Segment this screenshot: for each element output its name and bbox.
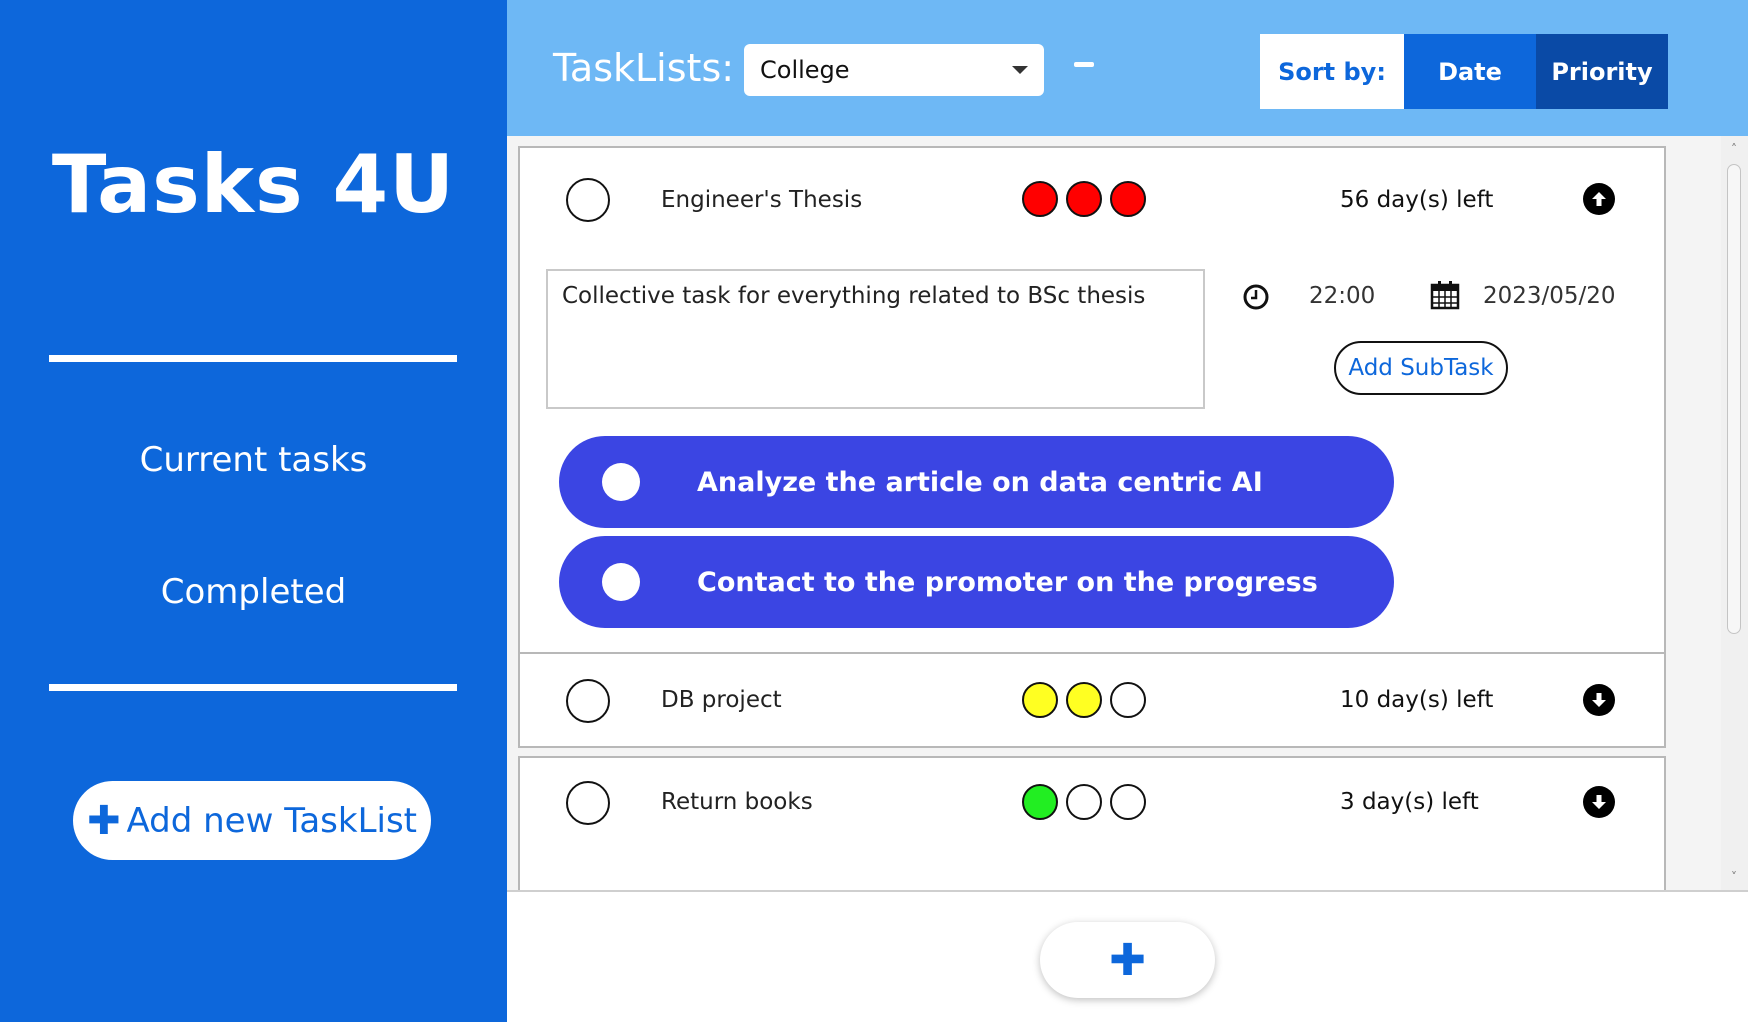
clock-icon [1242, 283, 1270, 311]
add-subtask-button[interactable]: Add SubTask [1334, 341, 1508, 395]
sidebar-divider [49, 355, 457, 362]
subtask-checkbox[interactable] [602, 563, 640, 601]
footer: ✚ [507, 890, 1748, 1022]
priority-dot [1066, 682, 1102, 718]
sidebar: Tasks 4U Current tasks Completed ✚ Add n… [0, 0, 507, 1022]
app-title: Tasks 4U [51, 138, 456, 231]
sort-date-button[interactable]: Date [1404, 34, 1536, 109]
priority-dot-empty [1110, 682, 1146, 718]
task-complete-checkbox[interactable] [566, 178, 610, 222]
task-name: Return books [661, 789, 813, 815]
task-name: DB project [661, 687, 782, 713]
priority-dot [1022, 181, 1058, 217]
arrow-down-circle-icon[interactable] [1583, 684, 1615, 716]
task-card: Engineer's Thesis 56 day(s) left Collect… [518, 146, 1666, 668]
task-list: Engineer's Thesis 56 day(s) left Collect… [507, 136, 1721, 890]
days-left: 56 day(s) left [1340, 187, 1494, 213]
nav-current-tasks[interactable]: Current tasks [0, 440, 507, 480]
priority-dot [1022, 784, 1058, 820]
add-tasklist-label: Add new TaskList [126, 800, 418, 841]
add-task-button[interactable]: ✚ [1040, 922, 1215, 998]
nav-completed[interactable]: Completed [0, 572, 507, 612]
tasklist-select-value: College [760, 56, 850, 84]
task-card: Return books 3 day(s) left [518, 756, 1666, 890]
arrow-down-circle-icon[interactable] [1583, 786, 1615, 818]
sidebar-divider [49, 684, 457, 691]
priority-dot [1066, 181, 1102, 217]
task-time[interactable]: 22:00 [1309, 283, 1375, 309]
sort-priority-button[interactable]: Priority [1536, 34, 1668, 109]
plus-icon: ✚ [1109, 934, 1146, 986]
arrow-up-circle-icon[interactable] [1583, 183, 1615, 215]
sort-label: Sort by: [1260, 34, 1404, 109]
subtask-checkbox[interactable] [602, 463, 640, 501]
calendar-icon [1430, 280, 1460, 310]
priority-dot-empty [1066, 784, 1102, 820]
scroll-down-icon[interactable]: ˅ [1727, 870, 1741, 884]
subtask-label: Analyze the article on data centric AI [697, 466, 1263, 498]
tasklists-label: TaskLists: [553, 46, 735, 90]
add-tasklist-button[interactable]: ✚ Add new TaskList [73, 781, 431, 860]
scrollbar[interactable]: ˄ ˅ [1721, 136, 1748, 890]
task-card: DB project 10 day(s) left [518, 652, 1666, 748]
task-complete-checkbox[interactable] [566, 679, 610, 723]
chevron-down-icon [1012, 66, 1028, 74]
task-name: Engineer's Thesis [661, 187, 863, 213]
priority-dot [1110, 181, 1146, 217]
scroll-thumb[interactable] [1727, 164, 1741, 634]
subtask-label: Contact to the promoter on the progress [697, 566, 1318, 598]
plus-icon: ✚ [86, 797, 121, 844]
priority-dot-empty [1110, 784, 1146, 820]
priority-dot [1022, 682, 1058, 718]
task-description[interactable]: Collective task for everything related t… [546, 269, 1205, 409]
scroll-up-icon[interactable]: ˄ [1727, 142, 1741, 156]
task-date[interactable]: 2023/05/20 [1483, 283, 1616, 309]
subtask-item: Analyze the article on data centric AI [559, 436, 1394, 528]
header: TaskLists: College Sort by: Date Priorit… [507, 0, 1748, 136]
days-left: 10 day(s) left [1340, 687, 1494, 713]
task-complete-checkbox[interactable] [566, 781, 610, 825]
remove-tasklist-button[interactable] [1074, 62, 1094, 67]
subtask-item: Contact to the promoter on the progress [559, 536, 1394, 628]
tasklist-select[interactable]: College [744, 44, 1044, 96]
days-left: 3 day(s) left [1340, 789, 1479, 815]
